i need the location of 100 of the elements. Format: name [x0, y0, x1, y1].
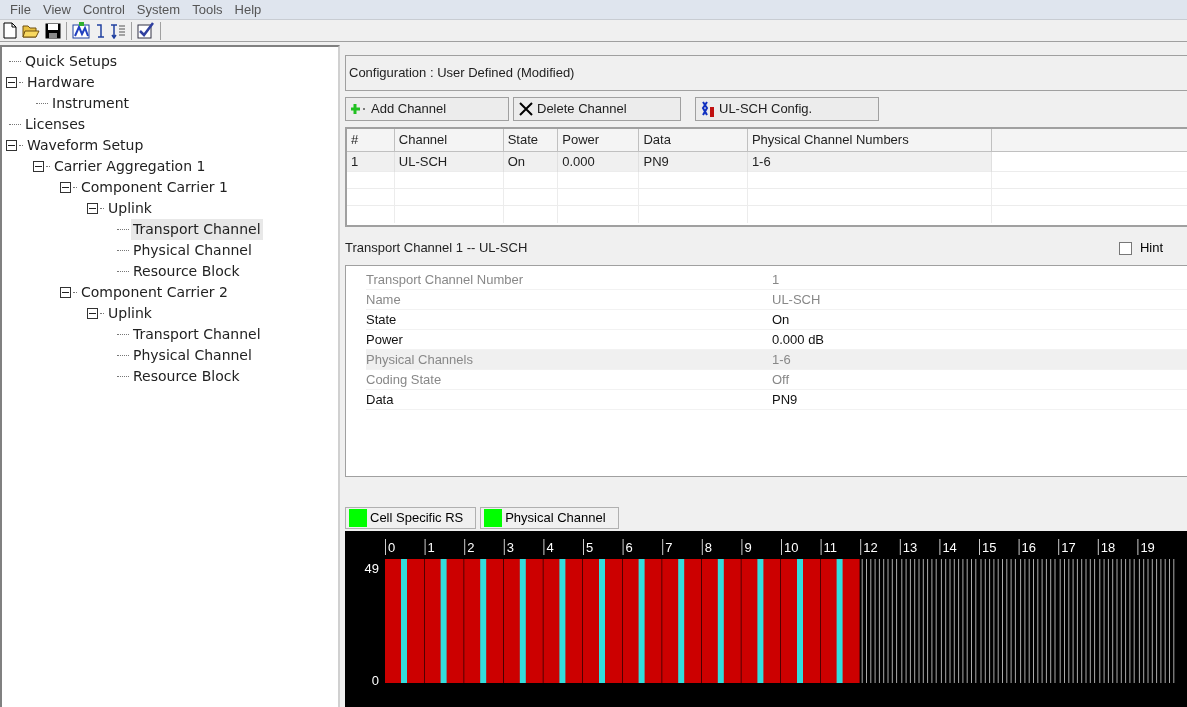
slot-label: 15	[982, 540, 997, 555]
axis-label: 0	[371, 673, 379, 688]
tree-item[interactable]: Physical Channel	[131, 240, 254, 261]
slot-label: 14	[942, 540, 957, 555]
collapse-icon[interactable]	[60, 287, 71, 298]
column-header[interactable]: Physical Channel Numbers	[747, 129, 992, 151]
menu-item[interactable]: Control	[76, 0, 131, 20]
collapse-icon[interactable]	[6, 140, 17, 151]
tick-mark	[979, 538, 980, 556]
collapse-icon[interactable]	[6, 77, 17, 88]
tick-mark	[503, 538, 505, 556]
tick-mark	[1097, 538, 1099, 556]
collapse-icon[interactable]	[60, 182, 71, 193]
slot-label: 19	[1140, 540, 1155, 555]
property-value: 1	[772, 270, 781, 289]
tick-mark	[1137, 538, 1139, 556]
menu-item[interactable]: View	[36, 0, 77, 20]
slot-label: 2	[467, 540, 475, 555]
toolbar-button[interactable]: Delete Channel	[513, 97, 681, 121]
slot-label: 7	[665, 540, 673, 555]
tick-mark	[860, 538, 862, 556]
tick-mark	[701, 538, 703, 556]
tick-mark	[741, 538, 743, 556]
tree-item[interactable]: Component Carrier 2	[79, 282, 230, 303]
menu-item[interactable]: Tools	[186, 0, 229, 20]
slot-label: 16	[1021, 540, 1037, 555]
slot-label: 9	[744, 540, 752, 555]
tick-mark	[622, 538, 624, 556]
tree-item[interactable]: Hardware	[25, 72, 97, 93]
hint-label: Hint	[1139, 239, 1163, 258]
waveform-icon[interactable]	[72, 22, 90, 39]
menu-item[interactable]: System	[130, 0, 187, 20]
tree-item[interactable]: Resource Block	[131, 261, 242, 282]
slot-label: 0	[388, 540, 396, 555]
property-label: Data	[366, 390, 395, 409]
column-header[interactable]: State	[503, 129, 558, 151]
column-header[interactable]: Channel	[394, 129, 504, 151]
tree-item[interactable]: Waveform Setup	[25, 135, 146, 156]
tick-mark	[385, 538, 386, 556]
slot-label: 17	[1061, 540, 1076, 555]
tick-mark	[899, 538, 901, 556]
detail-title: Transport Channel 1 -- UL-SCH	[345, 239, 528, 258]
table-cell: 1	[347, 151, 395, 172]
property-value: On	[772, 310, 791, 329]
tree-item[interactable]: Transport Channel	[131, 219, 263, 240]
tree-item[interactable]: Uplink	[106, 303, 154, 324]
plus-icon	[351, 104, 367, 114]
legend-item[interactable]: Physical Channel	[480, 507, 619, 529]
collapse-icon[interactable]	[33, 161, 44, 172]
hint-checkbox[interactable]	[1118, 241, 1132, 255]
tree-item[interactable]: Component Carrier 1	[79, 177, 230, 198]
property-label: Coding State	[366, 370, 443, 389]
column-header[interactable]: Power	[557, 129, 639, 151]
property-value: PN9	[772, 390, 799, 409]
property-label: Power	[366, 330, 404, 349]
property-label: Name	[366, 290, 402, 309]
tick-mark	[1018, 538, 1020, 556]
tick-mark	[781, 538, 782, 556]
property-label: Physical Channels	[366, 350, 474, 369]
tree-item[interactable]: Instrument	[50, 93, 132, 114]
tree-item[interactable]: Licenses	[23, 114, 88, 135]
new-document-icon[interactable]	[3, 22, 17, 39]
toolbar-button[interactable]: Add Channel	[345, 97, 509, 121]
bracket-icon[interactable]	[95, 22, 105, 39]
checkbox-icon[interactable]	[137, 22, 155, 39]
tick-mark	[543, 538, 545, 556]
slot-label: 8	[704, 540, 713, 555]
slot-label: 11	[823, 540, 838, 555]
slot-label: 13	[902, 540, 918, 555]
save-icon[interactable]	[45, 22, 61, 39]
toolbar-button[interactable]: UL-SCH Config.	[695, 97, 879, 121]
column-header[interactable]: Data	[639, 129, 748, 151]
menu-item[interactable]: Help	[228, 0, 268, 20]
column-header[interactable]: #	[347, 129, 395, 151]
open-folder-icon[interactable]	[22, 22, 40, 39]
collapse-icon[interactable]	[87, 203, 98, 214]
axis-label: 49	[364, 561, 379, 576]
close-icon	[519, 102, 533, 116]
slot-label: 5	[586, 540, 594, 555]
tree-item[interactable]: Quick Setups	[23, 51, 120, 72]
table-cell: 1-6	[747, 151, 992, 172]
slot-label: 12	[863, 540, 878, 555]
menu-item[interactable]: File	[4, 0, 37, 20]
tools-icon	[701, 101, 715, 117]
configuration-label: Configuration : User Defined (Modified)	[345, 55, 1187, 91]
tree-item[interactable]: Transport Channel	[131, 324, 263, 345]
property-value: 0.000 dB	[772, 330, 826, 349]
sort-list-icon[interactable]	[110, 22, 126, 39]
slot-label: 3	[506, 540, 515, 555]
tree-item[interactable]: Resource Block	[131, 366, 242, 387]
tree-item[interactable]: Uplink	[106, 198, 154, 219]
slot-label: 1	[427, 540, 435, 555]
tick-mark	[939, 538, 941, 556]
property-value: UL-SCH	[772, 290, 822, 309]
tree-item[interactable]: Carrier Aggregation 1	[52, 156, 208, 177]
legend-item[interactable]: Cell Specific RS	[345, 507, 477, 529]
tree-item[interactable]: Physical Channel	[131, 345, 254, 366]
collapse-icon[interactable]	[87, 308, 98, 319]
property-value: 1-6	[772, 350, 792, 369]
tick-mark	[583, 538, 584, 556]
